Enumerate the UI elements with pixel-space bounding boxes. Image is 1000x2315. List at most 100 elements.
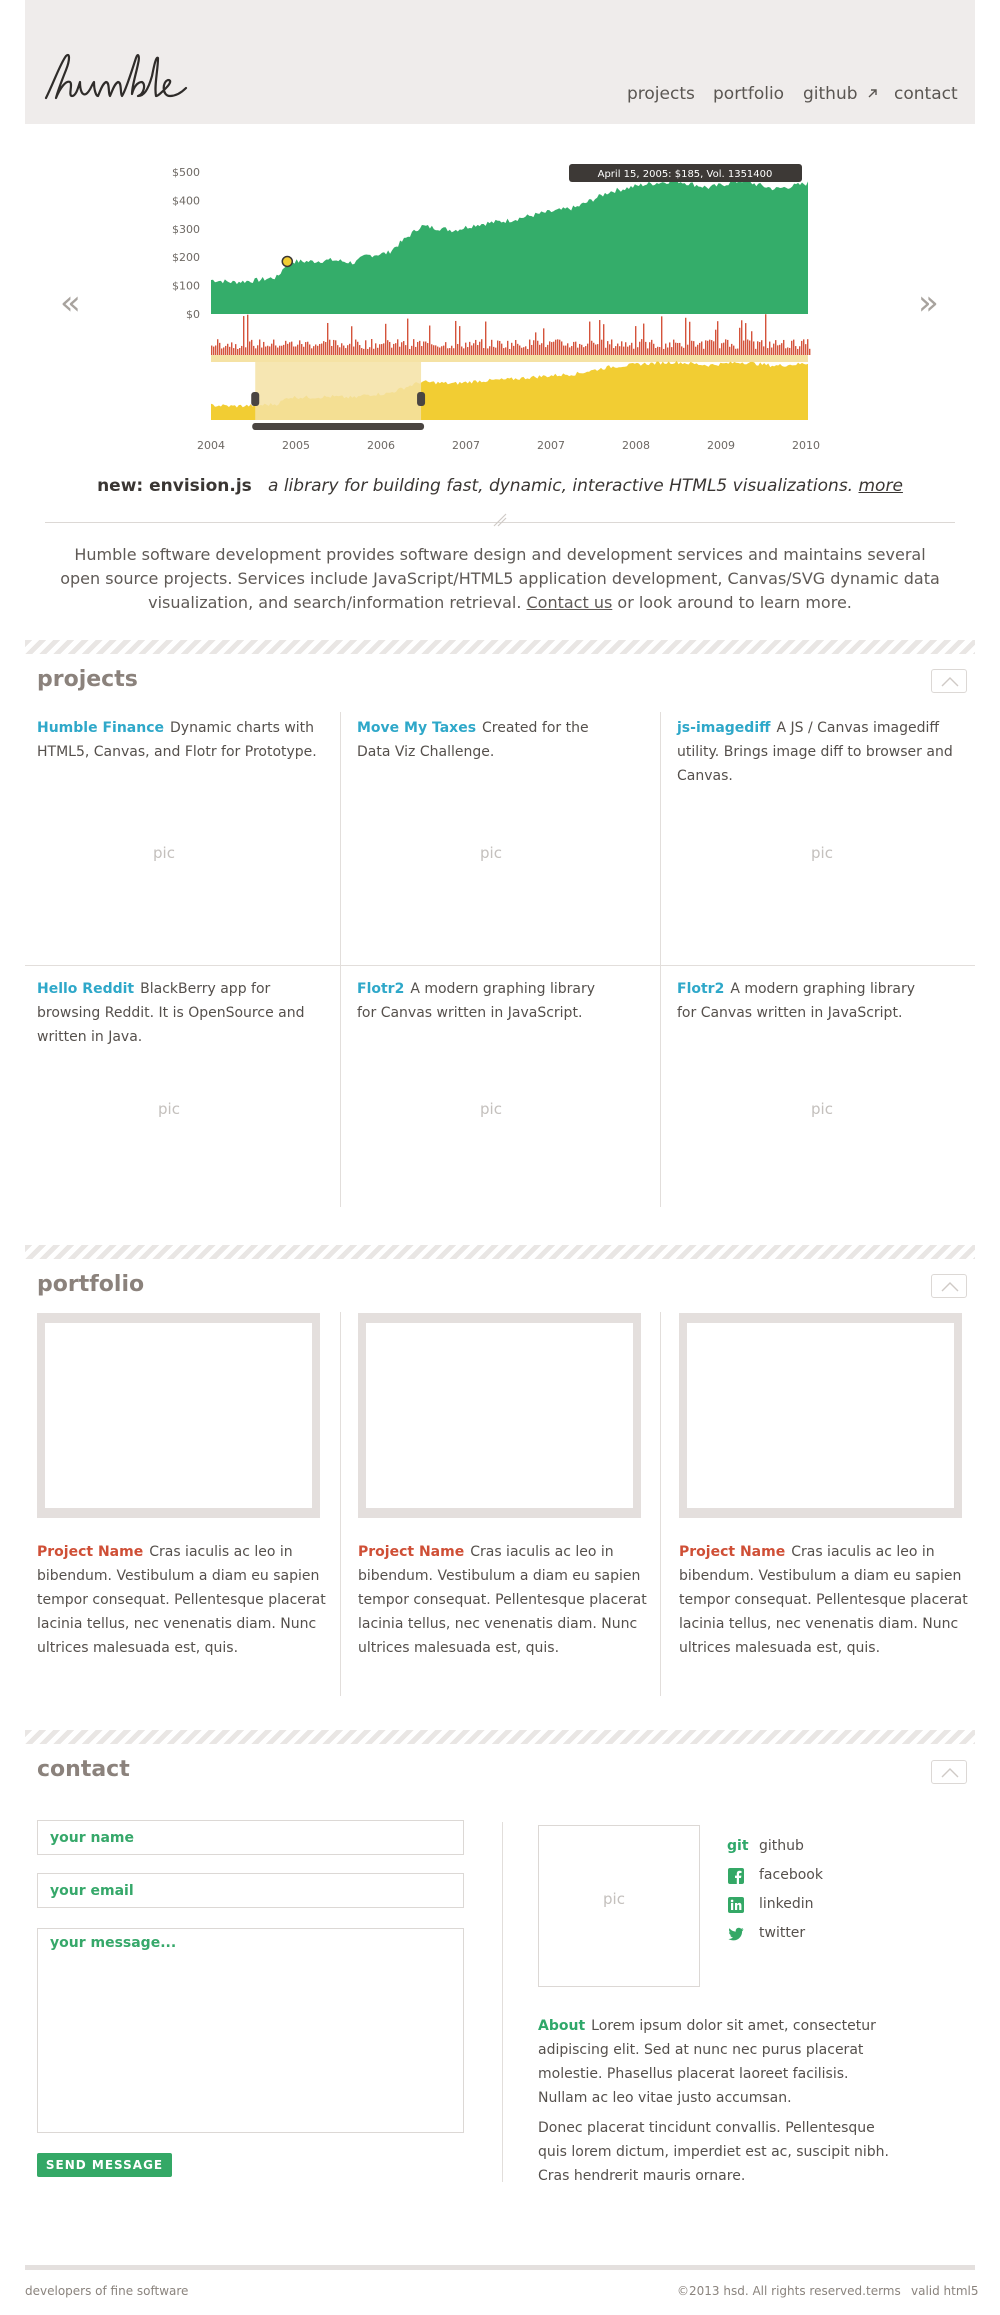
- volume-bar: [325, 341, 327, 355]
- project-card[interactable]: Hello Reddit BlackBerry app for browsing …: [37, 977, 327, 1049]
- volume-bar: [735, 348, 737, 355]
- volume-bar: [369, 347, 371, 355]
- volume-bar: [611, 339, 613, 355]
- projects-scroll-top-button[interactable]: [931, 669, 967, 693]
- volume-bar: [591, 340, 593, 355]
- project-card[interactable]: Flotr2 A modern graphing library for Canv…: [357, 977, 607, 1025]
- volume-bar: [367, 348, 369, 355]
- project-card[interactable]: js-imagediff A JS / Canvas imagediff util…: [677, 716, 967, 788]
- email-input[interactable]: [38, 1874, 463, 1907]
- volume-bar: [577, 347, 579, 355]
- volume-bar: [699, 342, 701, 355]
- volume-bar: [315, 344, 317, 355]
- selection-handle-right[interactable]: [417, 392, 426, 406]
- volume-bar: [771, 347, 773, 355]
- volume-bar: [553, 341, 555, 355]
- volume-bar: [593, 342, 595, 355]
- volume-bar: [441, 346, 443, 355]
- project-title[interactable]: Humble Finance: [37, 720, 164, 736]
- volume-bar: [451, 345, 453, 355]
- y-tick-label: $100: [172, 280, 200, 293]
- selection-window[interactable]: [255, 362, 422, 420]
- name-input[interactable]: [38, 1821, 463, 1854]
- avatar-pic: pic: [603, 1890, 625, 1908]
- project-card[interactable]: Flotr2 A modern graphing library for Canv…: [677, 977, 927, 1025]
- volume-bar: [775, 340, 777, 355]
- volume-bar: [503, 348, 505, 355]
- nav-portfolio[interactable]: portfolio: [713, 84, 784, 104]
- tagline: new: envision.js a library for building …: [0, 476, 1000, 496]
- project-card[interactable]: Humble Finance Dynamic charts with HTML5,…: [37, 716, 327, 764]
- nav-contact[interactable]: contact: [894, 84, 958, 104]
- volume-bar: [409, 348, 411, 355]
- project-title[interactable]: Flotr2: [357, 981, 404, 997]
- social-linkedin-link[interactable]: linkedin: [759, 1896, 814, 1912]
- envision-chart[interactable]: $500 $400 $300 $200 $100 $0 April 15, 2005: $…: [0, 150, 1000, 470]
- footer-terms-link[interactable]: terms: [866, 2284, 901, 2298]
- volume-bar: [297, 344, 299, 355]
- social-facebook-link[interactable]: facebook: [759, 1867, 823, 1883]
- send-message-button[interactable]: SEND MESSAGE: [37, 2153, 172, 2177]
- project-title[interactable]: Flotr2: [677, 981, 724, 997]
- portfolio-thumbnail[interactable]: [679, 1313, 962, 1518]
- project-title[interactable]: Hello Reddit: [37, 981, 134, 997]
- selection-scrollbar[interactable]: [252, 423, 425, 430]
- volume-bar: [283, 344, 285, 355]
- nav-github[interactable]: github: [803, 84, 878, 104]
- volume-bar: [527, 348, 529, 355]
- message-textarea[interactable]: [38, 1929, 463, 2132]
- volume-bar: [759, 342, 761, 355]
- portfolio-project-name[interactable]: Project Name: [679, 1544, 785, 1560]
- portfolio-thumbnail[interactable]: [37, 1313, 320, 1518]
- volume-bar: [337, 345, 339, 355]
- volume-bar: [671, 347, 673, 355]
- volume-bar: [239, 348, 241, 355]
- grid-divider: [340, 712, 341, 1207]
- volume-bar: [453, 348, 455, 355]
- contact-us-link[interactable]: Contact us: [527, 593, 613, 612]
- volume-bar: [789, 347, 791, 355]
- portfolio-project-name[interactable]: Project Name: [358, 1544, 464, 1560]
- tagline-more-link[interactable]: more: [859, 476, 903, 496]
- section-divider-contact: [25, 1730, 975, 1744]
- selection-handle-left[interactable]: [251, 392, 260, 406]
- humble-logo[interactable]: [40, 46, 190, 108]
- portfolio-scroll-top-button[interactable]: [931, 1274, 967, 1298]
- x-tick-label: 2007: [537, 439, 565, 452]
- volume-bar: [637, 347, 639, 355]
- volume-bar: [757, 341, 759, 355]
- tagline-name: new: envision.js: [97, 476, 252, 496]
- volume-bar: [565, 345, 567, 355]
- footer-valid-html5-link[interactable]: valid html5: [911, 2284, 979, 2298]
- portfolio-card: Project Name Cras iaculis ac leo in biben…: [37, 1540, 327, 1660]
- volume-bar: [667, 347, 669, 355]
- y-tick-label: $400: [172, 194, 200, 207]
- volume-bar: [669, 342, 671, 355]
- volume-bar: [253, 345, 255, 355]
- x-tick-label: 2010: [792, 439, 820, 452]
- portfolio-thumbnail[interactable]: [358, 1313, 641, 1518]
- volume-bar: [429, 325, 431, 355]
- social-twitter-link[interactable]: twitter: [759, 1925, 805, 1941]
- contact-scroll-top-button[interactable]: [931, 1760, 967, 1784]
- chevron-up-icon: [941, 1768, 959, 1778]
- project-card[interactable]: Move My Taxes Created for the Data Viz Ch…: [357, 716, 597, 764]
- volume-bar: [785, 348, 787, 355]
- social-github-link[interactable]: github: [759, 1838, 804, 1854]
- volume-bar: [301, 344, 303, 355]
- volume-bar: [767, 348, 769, 355]
- volume-bar: [251, 339, 253, 355]
- portfolio-project-name[interactable]: Project Name: [37, 1544, 143, 1560]
- volume-bar: [279, 345, 281, 355]
- project-title[interactable]: Move My Taxes: [357, 720, 476, 736]
- nav-projects[interactable]: projects: [627, 84, 695, 104]
- intro-text: Humble software development provides sof…: [60, 543, 940, 615]
- volume-bar: [307, 341, 309, 355]
- volume-bar: [749, 340, 751, 355]
- volume-bar: [643, 323, 645, 355]
- volume-bar: [277, 347, 279, 355]
- volume-bar: [413, 339, 415, 355]
- volume-bar: [349, 343, 351, 355]
- project-title[interactable]: js-imagediff: [677, 720, 770, 736]
- volume-bar: [481, 339, 483, 355]
